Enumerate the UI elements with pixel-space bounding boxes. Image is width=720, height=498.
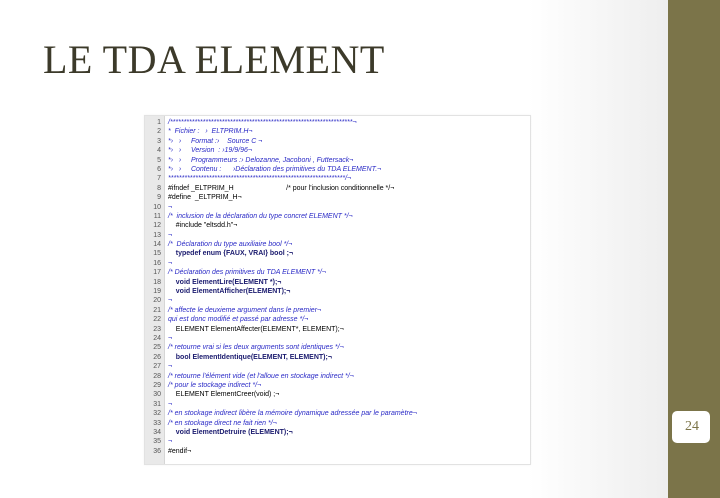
line-number: 13 (153, 231, 161, 239)
code-line: ELEMENT ElementAffecter(ELEMENT*, ELEMEN… (168, 325, 344, 333)
code-line: *› › Programmeurs :› Delozanne, Jacoboni… (168, 156, 354, 164)
code-line: ¬ (168, 438, 173, 446)
line-number: 23 (153, 325, 161, 333)
line-number: 21 (153, 306, 161, 314)
line-number: 33 (153, 419, 161, 427)
code-line: #ifndef _ELTPRIM_H /* pour l'inclusion c… (168, 184, 395, 192)
code-line: ¬ (168, 297, 173, 305)
line-number: 20 (153, 297, 161, 305)
code-line: *› › Format :› Source C ¬ (168, 137, 263, 145)
code-line: ¬ (168, 334, 173, 342)
line-number: 31 (153, 400, 161, 408)
line-number: 12 (153, 222, 161, 230)
code-line: ¬ (168, 400, 173, 408)
line-number: 2 (157, 128, 161, 136)
code-line: bool ElementIdentique(ELEMENT, ELEMENT);… (168, 353, 332, 361)
line-number: 28 (153, 372, 161, 380)
code-line: void ElementDetruire (ELEMENT);¬ (168, 428, 293, 436)
code-line: #endif¬ (168, 447, 192, 455)
line-number: 8 (157, 184, 161, 192)
line-number: 7 (157, 175, 161, 183)
line-number: 4 (157, 147, 161, 155)
code-line: ¬ (168, 231, 173, 239)
line-number: 9 (157, 194, 161, 202)
code-line: /* en stockage direct ne fait rien */¬ (168, 419, 277, 427)
line-number: 29 (153, 381, 161, 389)
page-number: 24 (685, 419, 699, 434)
line-number: 26 (153, 353, 161, 361)
line-number: 10 (153, 203, 161, 211)
line-number: 30 (153, 391, 161, 399)
background-fade (528, 0, 668, 498)
code-line: /* retourne l'élément vide (et l'alloue … (168, 372, 354, 380)
line-number: 1 (157, 119, 161, 126)
code-line: ELEMENT ElementCreer(void) ;¬ (168, 391, 280, 399)
line-number: 22 (153, 316, 161, 324)
code-line: ¬ (168, 203, 173, 211)
code-line: /* en stockage indirect libère la mémoir… (168, 410, 417, 418)
page-number-frame: 24 (671, 410, 713, 444)
line-number: 36 (153, 447, 161, 455)
code-listing: 1 2 3 4 5 6 7 8 9 10 11 12 13 14 15 16 17 18 19 20 21 22 23 24 2… (144, 115, 531, 465)
line-number-gutter: 1 2 3 4 5 6 7 8 9 10 11 12 13 14 15 16 17 18 19 20 21 22 23 24 2… (145, 116, 165, 464)
code-line: *› › Version : ›19/9/96¬ (168, 147, 252, 155)
line-number: 35 (153, 438, 161, 446)
code-line: #include "eltsdd.h"¬ (168, 222, 238, 230)
line-number: 14 (153, 241, 161, 249)
line-number: 11 (153, 212, 161, 220)
code-body: /***************************************… (165, 116, 530, 464)
code-line: /* retourne vrai si les deux arguments s… (168, 344, 344, 352)
line-number: 34 (153, 428, 161, 436)
code-line: /***************************************… (168, 119, 357, 126)
line-number: 19 (153, 288, 161, 296)
code-line: void ElementLire(ELEMENT *);¬ (168, 278, 282, 286)
code-line: typedef enum {FAUX, VRAI} bool ;¬ (168, 250, 294, 258)
line-number: 5 (157, 156, 161, 164)
code-line: /* pour le stockage indirect */¬ (168, 381, 262, 389)
code-line: ¬ (168, 363, 173, 371)
line-number: 6 (157, 165, 161, 173)
code-line: /* Déclaration des primitives du TDA ELE… (168, 269, 326, 277)
code-line: * Fichier : › ELTPRIM.H¬ (168, 128, 253, 136)
code-line: ****************************************… (168, 175, 352, 183)
line-number: 18 (153, 278, 161, 286)
line-number: 16 (153, 259, 161, 267)
code-line: /* Déclaration du type auxiliaire bool *… (168, 241, 293, 249)
line-number: 15 (153, 250, 161, 258)
line-number: 17 (153, 269, 161, 277)
line-number: 24 (153, 334, 161, 342)
code-line: /* inclusion de la déclaration du type c… (168, 212, 353, 220)
code-line: ¬ (168, 259, 173, 267)
code-line: #define _ELTPRIM_H¬ (168, 194, 242, 202)
code-line: void ElementAfficher(ELEMENT);¬ (168, 288, 291, 296)
code-line: *› › Contenu : ›Déclaration des primitiv… (168, 165, 382, 173)
line-number: 3 (157, 137, 161, 145)
line-number: 25 (153, 344, 161, 352)
code-line: /* affecte le deuxieme argument dans le … (168, 306, 322, 314)
code-line: qui est donc modifié et passé par adress… (168, 316, 309, 324)
line-number: 27 (153, 363, 161, 371)
slide-title: LE TDA ELEMENT (43, 37, 385, 82)
line-number: 32 (153, 410, 161, 418)
